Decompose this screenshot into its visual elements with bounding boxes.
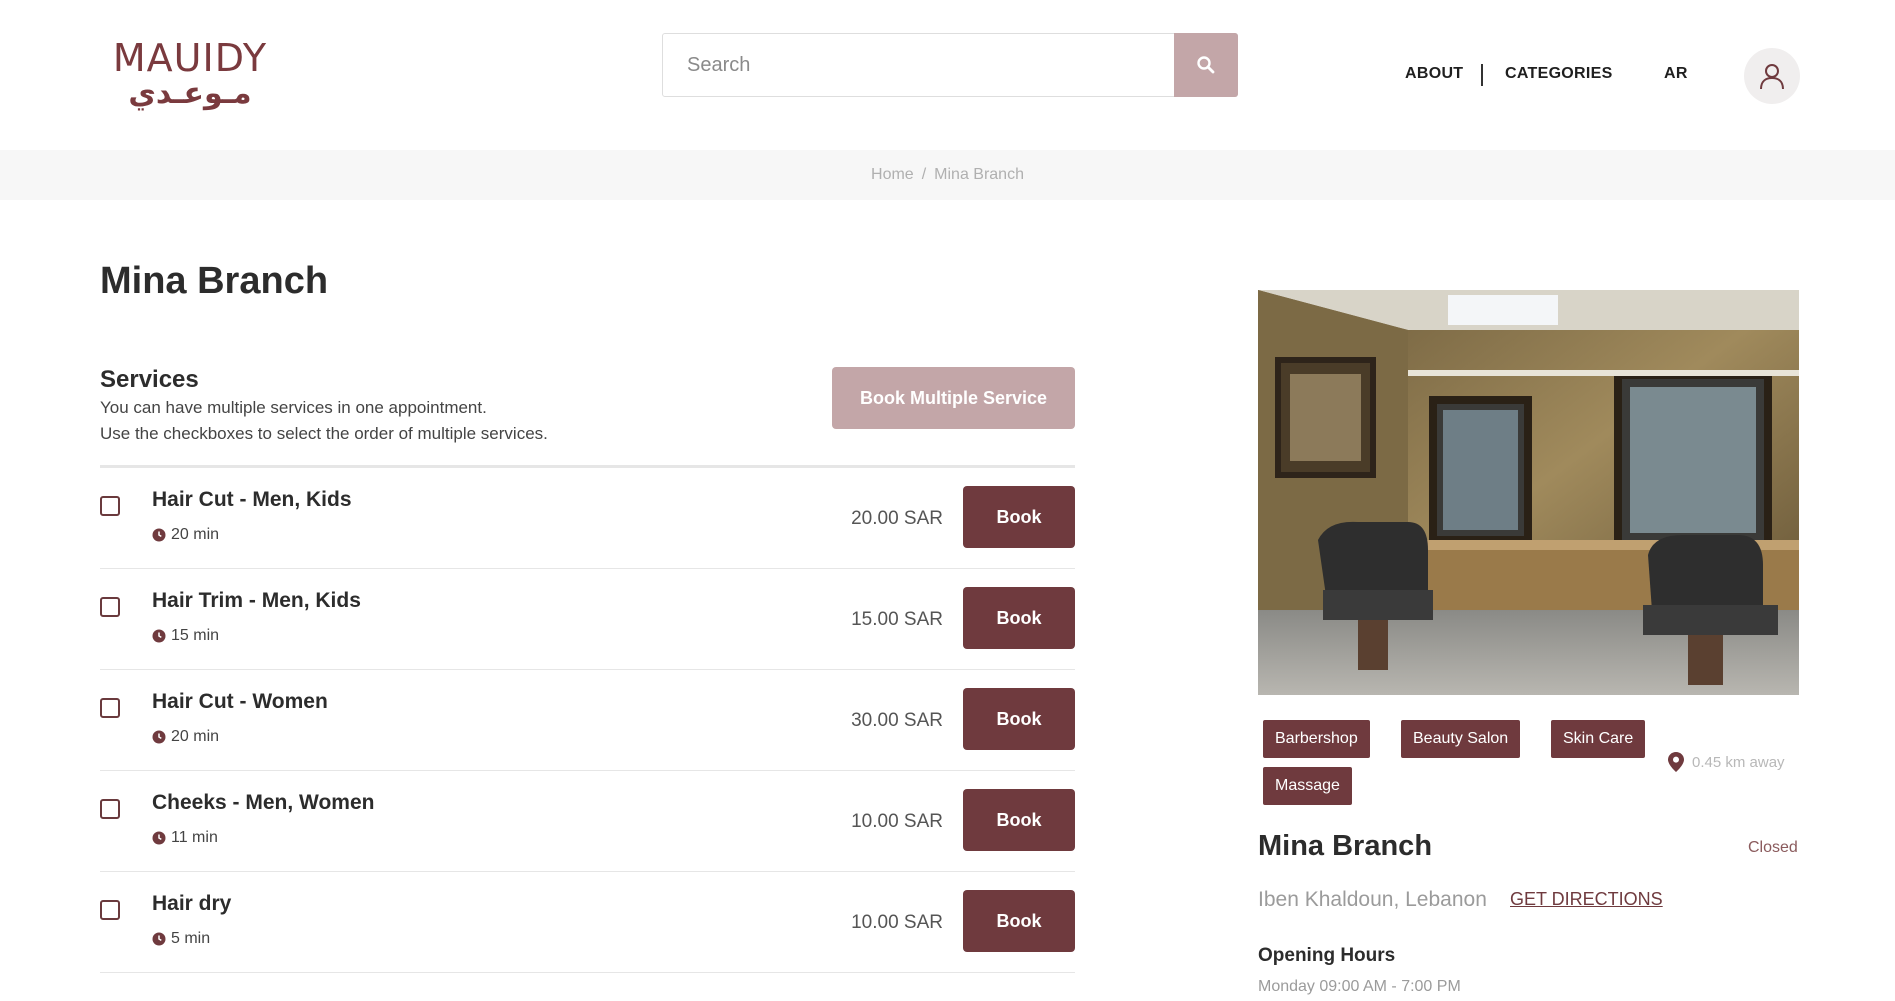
branch-photo [1258, 290, 1799, 695]
breadcrumb-current: Mina Branch [934, 166, 1024, 183]
service-duration-text: 20 min [171, 728, 220, 745]
language-switch[interactable]: AR [1664, 65, 1688, 83]
search-input[interactable] [663, 34, 1175, 96]
category-tag[interactable]: Skin Care [1551, 720, 1646, 758]
service-row: Hair Trim - Men, Kids 15 min 15.00 SAR B… [100, 569, 1075, 670]
service-duration-text: 11 min [171, 829, 218, 846]
branch-address: Iben Khaldoun, Lebanon [1258, 888, 1487, 911]
clock-icon [152, 528, 166, 542]
opening-hours-heading: Opening Hours [1258, 945, 1396, 966]
search-box [662, 33, 1238, 97]
book-button[interactable]: Book [963, 587, 1075, 649]
get-directions-link[interactable]: GET DIRECTIONS [1510, 889, 1663, 910]
service-duration-text: 20 min [171, 526, 220, 543]
brand-logo[interactable]: MAUIDY مـوعـدي [110, 38, 270, 112]
nav-divider [1481, 64, 1483, 86]
service-row: Hair Cut - Men, Kids 20 min 20.00 SAR Bo… [100, 468, 1075, 569]
breadcrumb: Home / Mina Branch [0, 150, 1895, 200]
service-name: Hair Trim - Men, Kids [152, 589, 361, 612]
breadcrumb-separator: / [921, 166, 927, 183]
clock-icon [152, 730, 166, 744]
service-price: 10.00 SAR [851, 811, 943, 832]
site-header: MAUIDY مـوعـدي ABOUT CATEGORIES AR [0, 0, 1895, 150]
search-button[interactable] [1174, 33, 1238, 97]
service-duration: 15 min [152, 627, 219, 645]
branch-name: Mina Branch [1258, 830, 1433, 862]
service-checkbox[interactable] [100, 597, 120, 617]
status-badge: Closed [1748, 839, 1798, 856]
book-button[interactable]: Book [963, 486, 1075, 548]
service-price: 30.00 SAR [851, 710, 943, 731]
search-icon [1197, 56, 1215, 74]
service-price: 20.00 SAR [851, 508, 943, 529]
service-row: Cheeks - Men, Women 11 min 10.00 SAR Boo… [100, 771, 1075, 872]
category-tag[interactable]: Beauty Salon [1401, 720, 1521, 758]
distance-text: 0.45 km away [1692, 753, 1785, 771]
category-tag[interactable]: Barbershop [1263, 720, 1370, 758]
nav-categories[interactable]: CATEGORIES [1505, 65, 1613, 83]
service-name: Hair dry [152, 892, 232, 915]
service-price: 10.00 SAR [851, 912, 943, 933]
service-name: Hair Cut - Women [152, 690, 328, 713]
service-duration-text: 15 min [171, 627, 220, 644]
service-duration: 20 min [152, 728, 219, 746]
clock-icon [152, 932, 166, 946]
book-button[interactable]: Book [963, 890, 1075, 952]
services-description-2: Use the checkboxes to select the order o… [100, 424, 548, 443]
book-multiple-service-button[interactable]: Book Multiple Service [832, 367, 1075, 429]
location-pin-icon [1668, 752, 1684, 772]
nav-about[interactable]: ABOUT [1405, 65, 1463, 83]
barbershop-interior-image [1258, 290, 1799, 695]
service-checkbox[interactable] [100, 799, 120, 819]
services-heading: Services [100, 366, 199, 393]
service-duration: 5 min [152, 930, 210, 948]
service-duration: 20 min [152, 526, 219, 544]
book-button[interactable]: Book [963, 688, 1075, 750]
logo-arabic-text: مـوعـدي [128, 76, 252, 111]
user-icon [1760, 64, 1784, 90]
book-button[interactable]: Book [963, 789, 1075, 851]
breadcrumb-home[interactable]: Home [871, 166, 914, 184]
service-row: Hair dry 5 min 10.00 SAR Book [100, 872, 1075, 973]
service-checkbox[interactable] [100, 496, 120, 516]
service-checkbox[interactable] [100, 900, 120, 920]
clock-icon [152, 831, 166, 845]
page-title: Mina Branch [100, 260, 329, 302]
service-price: 15.00 SAR [851, 609, 943, 630]
service-duration-text: 5 min [171, 930, 211, 947]
service-name: Hair Cut - Men, Kids [152, 488, 352, 511]
services-description-1: You can have multiple services in one ap… [100, 398, 487, 417]
distance-info: 0.45 km away [1668, 752, 1785, 772]
user-account-button[interactable] [1744, 48, 1800, 104]
service-name: Cheeks - Men, Women [152, 791, 375, 814]
category-tag[interactable]: Massage [1263, 767, 1352, 805]
clock-icon [152, 629, 166, 643]
service-row: Hair Cut - Women 20 min 30.00 SAR Book [100, 670, 1075, 771]
opening-hours-line: Monday 09:00 AM - 7:00 PM [1258, 978, 1461, 995]
logo-latin-text: MAUIDY [112, 36, 268, 80]
service-duration: 11 min [152, 829, 218, 847]
service-checkbox[interactable] [100, 698, 120, 718]
